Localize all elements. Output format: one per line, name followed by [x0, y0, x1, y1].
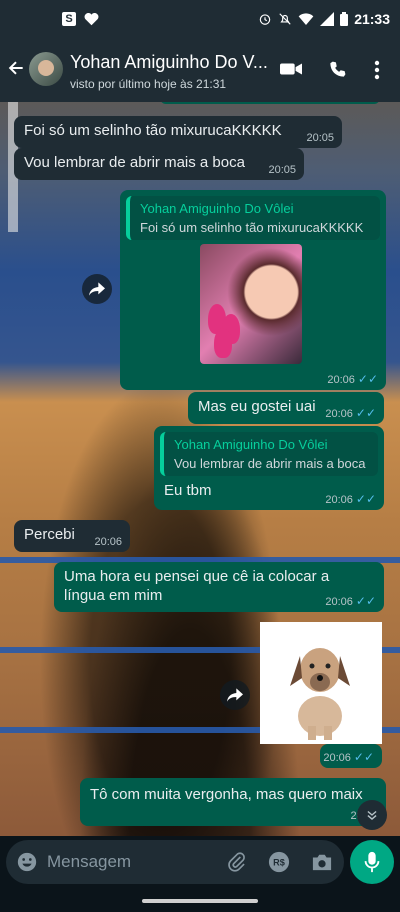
back-arrow-icon	[8, 61, 23, 75]
message-bubble-partial	[160, 102, 380, 104]
wifi-icon	[298, 13, 314, 25]
payment-icon: R$	[268, 851, 290, 873]
heart-icon	[84, 12, 99, 26]
message-text: Foi só um selinho tão mixurucaKKKKK	[24, 122, 282, 139]
read-ticks-icon: ✓✓	[355, 406, 376, 420]
quote-text: Vou lembrar de abrir mais a boca	[174, 456, 366, 471]
message-text-line1: Uma hora eu pensei que cê ia colocar a	[64, 568, 330, 585]
quoted-message[interactable]: Yohan Amiguinho Do Vôlei Vou lembrar de …	[160, 432, 378, 476]
chat-header: Yohan Amiguinho Do V... visto por último…	[0, 40, 400, 102]
quote-author: Yohan Amiguinho Do Vôlei	[174, 437, 328, 452]
signal-icon	[320, 12, 335, 26]
chat-area[interactable]: Foi só um selinho tão mixurucaKKKKK 20:0…	[0, 102, 400, 836]
message-bubble-incoming[interactable]: Foi só um selinho tão mixurucaKKKKK 20:0…	[14, 116, 342, 148]
message-text: Eu tbm	[164, 482, 212, 499]
message-bubble-outgoing[interactable]: Mas eu gostei uai 20:06 ✓✓	[188, 392, 384, 424]
back-button[interactable]	[6, 58, 26, 83]
message-text: Percebi	[24, 526, 75, 543]
message-time: 20:06	[94, 536, 122, 548]
message-input[interactable]: Mensagem	[47, 852, 131, 872]
forward-button[interactable]	[220, 680, 250, 710]
image-message-dog[interactable]	[260, 622, 382, 744]
emoji-button[interactable]	[17, 852, 37, 877]
attach-button[interactable]	[227, 852, 247, 877]
image-time-badge: 20:06 ✓✓	[320, 744, 382, 768]
message-bubble-outgoing[interactable]: Tô com muita vergonha, mas quero maix 20…	[80, 778, 386, 826]
contact-name[interactable]: Yohan Amiguinho Do V...	[70, 52, 268, 73]
quote-text: Foi só um selinho tão mixurucaKKKKK	[140, 220, 364, 235]
message-time: 20:06 ✓✓	[325, 406, 376, 420]
scroll-down-icon	[367, 810, 377, 821]
message-time: 20:05	[268, 164, 296, 176]
message-input-container[interactable]: Mensagem R$	[6, 840, 344, 884]
message-time: 20:06 ✓✓	[323, 750, 374, 764]
forward-icon	[89, 282, 105, 296]
menu-icon	[374, 60, 380, 80]
camera-button[interactable]	[311, 852, 333, 877]
status-bar: S 21:33	[0, 0, 400, 40]
read-ticks-icon: ✓✓	[357, 372, 378, 386]
system-nav-bar	[0, 892, 400, 912]
sticker-image[interactable]	[200, 244, 302, 364]
message-time: 20:05	[306, 132, 334, 144]
read-ticks-icon: ✓✓	[355, 492, 376, 506]
avatar[interactable]	[29, 52, 63, 86]
message-time: 20:06 ✓✓	[325, 594, 376, 608]
home-gesture-pill[interactable]	[142, 899, 258, 903]
emoji-icon	[17, 852, 37, 872]
dog-illustration	[290, 648, 350, 740]
message-bubble-outgoing[interactable]: Uma hora eu pensei que cê ia colocar a l…	[54, 562, 384, 612]
message-text: Mas eu gostei uai	[198, 398, 316, 415]
quote-author: Yohan Amiguinho Do Vôlei	[140, 201, 294, 216]
message-time: 20:06 ✓✓	[325, 492, 376, 506]
message-text: Vou lembrar de abrir mais a boca	[24, 154, 245, 171]
message-text-line2: língua em mim	[64, 587, 163, 604]
forward-button[interactable]	[82, 274, 112, 304]
video-call-icon	[280, 63, 302, 75]
status-time: 21:33	[354, 11, 390, 27]
voice-message-button[interactable]	[350, 840, 394, 884]
phone-icon	[330, 61, 346, 77]
battery-icon	[340, 12, 349, 26]
voice-call-button[interactable]	[328, 60, 347, 84]
last-seen: visto por último hoje às 21:31	[70, 77, 227, 91]
alarm-icon	[259, 14, 271, 25]
message-text: Tô com muita vergonha, mas quero maix	[90, 786, 363, 803]
app-notification-icon: S	[62, 12, 76, 26]
camera-icon	[312, 854, 332, 871]
message-bubble-outgoing-reply[interactable]: Yohan Amiguinho Do Vôlei Vou lembrar de …	[154, 426, 384, 510]
menu-button[interactable]	[374, 60, 380, 85]
flower-shape	[214, 328, 232, 358]
message-bubble-incoming[interactable]: Vou lembrar de abrir mais a boca 20:05	[14, 148, 304, 180]
mute-icon	[279, 13, 291, 25]
svg-text:R$: R$	[273, 858, 285, 868]
scroll-down-button[interactable]	[357, 800, 387, 830]
video-call-button[interactable]	[280, 60, 302, 83]
read-ticks-icon: ✓✓	[353, 750, 374, 764]
mic-icon	[364, 851, 380, 873]
attach-icon	[228, 852, 245, 872]
read-ticks-icon: ✓✓	[355, 594, 376, 608]
forward-icon	[227, 688, 243, 702]
quoted-message[interactable]: Yohan Amiguinho Do Vôlei Foi só um selin…	[126, 196, 380, 240]
message-time: 20:06 ✓✓	[327, 372, 378, 386]
payment-button[interactable]: R$	[268, 851, 290, 878]
message-bubble-incoming[interactable]: Percebi 20:06	[14, 520, 130, 552]
composer-bar: Mensagem R$	[0, 836, 400, 892]
message-bubble-outgoing-image[interactable]: Yohan Amiguinho Do Vôlei Foi só um selin…	[120, 190, 386, 390]
